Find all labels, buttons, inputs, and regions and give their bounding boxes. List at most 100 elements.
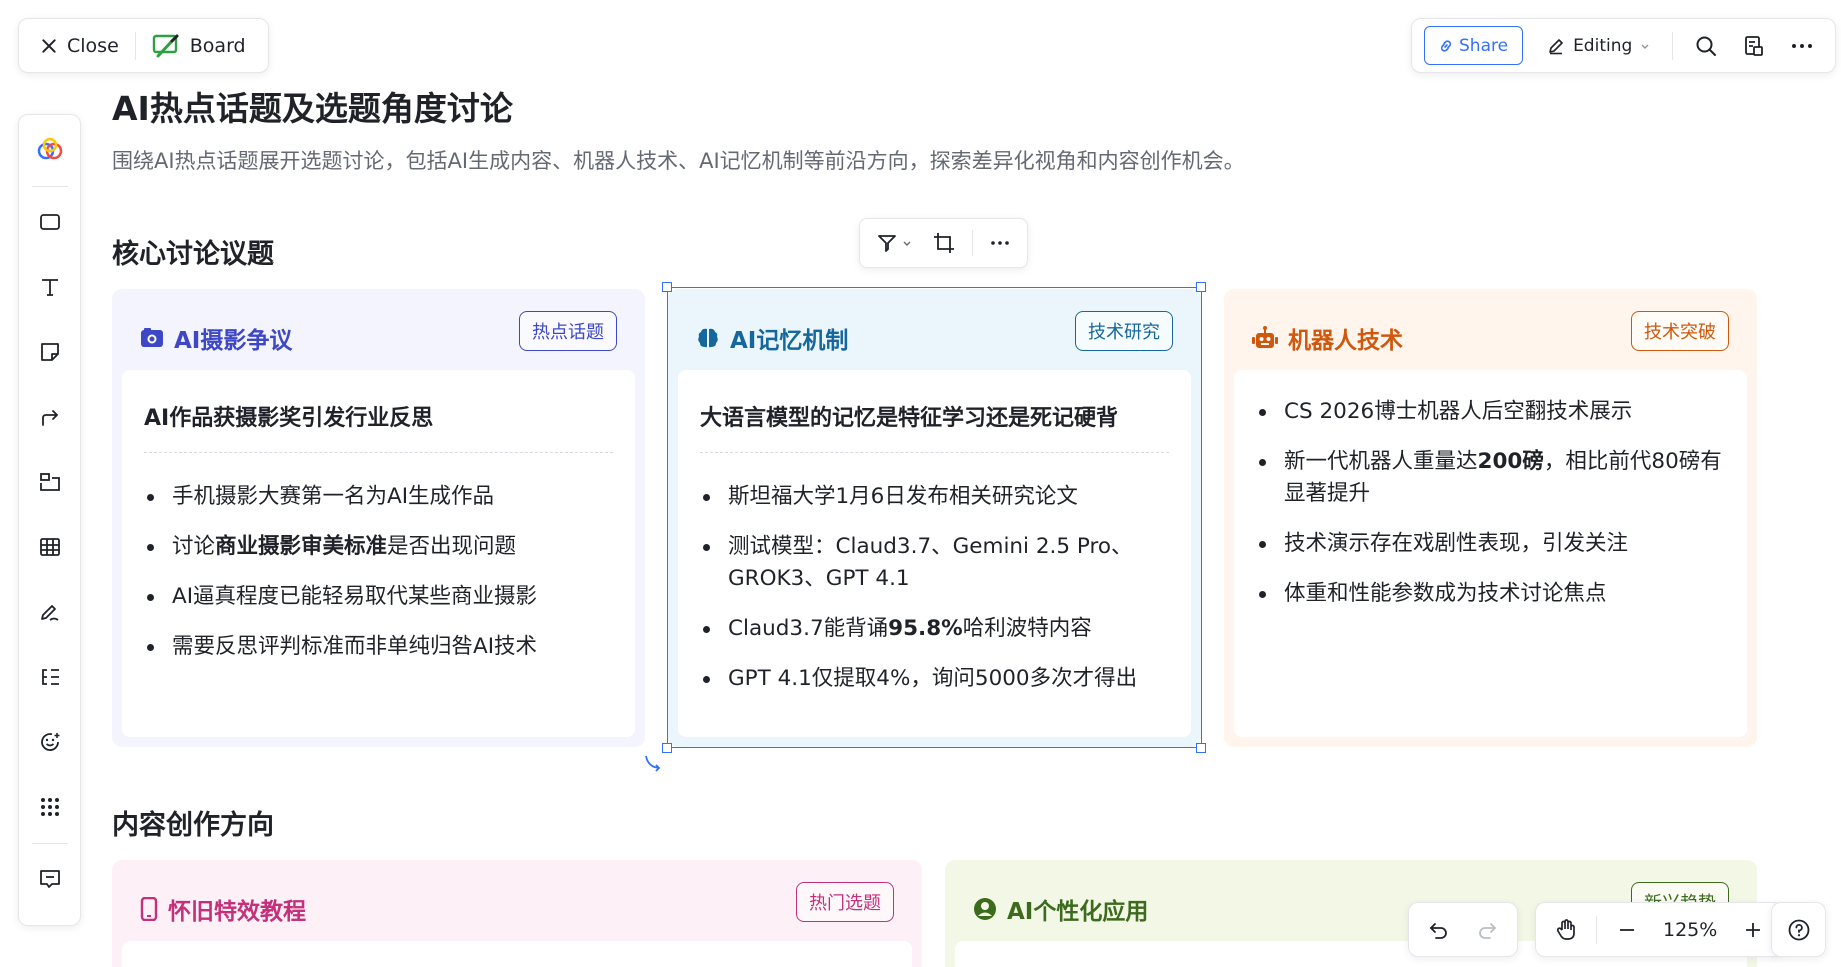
section-title-content: 内容创作方向 (112, 810, 274, 841)
document-outline-icon (1745, 35, 1764, 56)
text-icon (41, 279, 58, 296)
undo-button[interactable] (1415, 907, 1463, 953)
robot-icon (1252, 326, 1278, 348)
format-painter-icon (878, 235, 896, 252)
divider (1596, 915, 1597, 944)
chevron-down-icon (903, 241, 911, 246)
pen-tool[interactable] (27, 589, 73, 635)
zoom-out-button[interactable] (1603, 907, 1651, 953)
card-robotics[interactable]: 机器人技术 技术突破 CS 2026博士机器人后空翻技术展示 新一代机器人重量达… (1224, 289, 1757, 747)
card-body: AI作品获摄影奖引发行业反思 手机摄影大赛第一名为AI生成作品 讨论商业摄影审美… (122, 370, 635, 737)
frame-tool[interactable] (27, 459, 73, 505)
list-item: CS 2026博士机器人后空翻技术展示 (1256, 396, 1733, 428)
share-label: Share (1459, 35, 1509, 56)
bullet-list: CS 2026博士机器人后空翻技术展示 新一代机器人重量达200磅，相比前代80… (1256, 396, 1733, 628)
user-circle-icon (974, 898, 996, 920)
list-item: 需要反思评判标准而非单纯归咎AI技术 (144, 631, 621, 663)
help-button[interactable] (1771, 902, 1826, 957)
resize-handle-bottom-right[interactable] (1196, 743, 1206, 753)
mindmap-tool[interactable] (27, 654, 73, 700)
table-tool[interactable] (27, 524, 73, 570)
tag-hot-topic: 热点话题 (519, 311, 617, 351)
crop-icon (934, 233, 954, 253)
more-icon (1792, 43, 1813, 48)
shape-tool[interactable] (27, 199, 73, 245)
card-title-row: AI记忆机制 (696, 321, 848, 355)
more-button[interactable] (1781, 25, 1823, 67)
plus-icon (1746, 922, 1761, 937)
list-item: 体重和性能参数成为技术讨论焦点 (1256, 578, 1733, 610)
sticker-tool[interactable] (27, 719, 73, 765)
phone-icon (140, 897, 158, 921)
link-icon (1440, 39, 1452, 52)
list-item: 手机摄影大赛第一名为AI生成作品 (144, 481, 621, 513)
text-tool[interactable] (27, 264, 73, 310)
zoom-level[interactable]: 125% (1651, 919, 1729, 941)
hand-tool-button[interactable] (1542, 907, 1590, 953)
card-body: 大语言模型的记忆是特征学习还是死记硬背 斯坦福大学1月6日发布相关研究论文 测试… (678, 370, 1191, 737)
more-options-button[interactable] (981, 223, 1019, 263)
crop-button[interactable] (924, 223, 964, 263)
list-item: Claud3.7能背诵95.8%哈利波特内容 (700, 613, 1177, 645)
outline-button[interactable] (1733, 25, 1775, 67)
more-tools-button[interactable] (27, 784, 73, 830)
grid-dots-icon (40, 798, 59, 816)
card-title-row: 怀旧特效教程 (140, 892, 306, 926)
close-label: Close (67, 34, 119, 57)
resize-handle-top-left[interactable] (662, 282, 672, 292)
card-title: AI摄影争议 (174, 328, 293, 354)
undo-icon (1429, 922, 1447, 939)
comment-icon (39, 870, 60, 888)
search-icon (1696, 36, 1717, 56)
ai-assistant-button[interactable] (27, 127, 73, 173)
pen-draw-icon (40, 605, 59, 621)
list-item: 测试模型：Claud3.7、Gemini 2.5 Pro、GROK3、GPT 4… (700, 531, 1177, 595)
dashed-divider (700, 452, 1169, 453)
card-body (122, 941, 912, 967)
card-title: 怀旧特效教程 (168, 899, 306, 925)
connector-tool[interactable] (27, 394, 73, 440)
card-title-row: AI个性化应用 (973, 892, 1148, 926)
pen-icon (1549, 38, 1563, 54)
card-ai-photography[interactable]: AI摄影争议 热点话题 AI作品获摄影奖引发行业反思 手机摄影大赛第一名为AI生… (112, 289, 645, 747)
resize-handle-bottom-left[interactable] (662, 743, 672, 753)
divider (1672, 31, 1674, 60)
editing-label: Editing (1573, 35, 1633, 56)
card-subtitle: 大语言模型的记忆是特征学习还是死记硬背 (700, 406, 1119, 431)
resize-handle-top-right[interactable] (1196, 282, 1206, 292)
card-title: 机器人技术 (1288, 328, 1403, 354)
format-painter-button[interactable] (868, 223, 920, 263)
list-item: 技术演示存在戏剧性表现，引发关注 (1256, 528, 1733, 560)
ai-assistant-icon (37, 137, 62, 160)
card-ai-memory[interactable]: AI记忆机制 技术研究 大语言模型的记忆是特征学习还是死记硬背 斯坦福大学1月6… (668, 289, 1201, 747)
history-controls (1408, 902, 1518, 957)
rotate-handle-icon[interactable] (643, 753, 663, 773)
card-title-row: AI摄影争议 (140, 321, 292, 355)
tag-tech-breakthrough: 技术突破 (1631, 311, 1729, 351)
sticky-note-icon (40, 343, 59, 361)
sticky-note-tool[interactable] (27, 329, 73, 375)
list-item: GPT 4.1仅提取4%，询问5000多次才得出 (700, 663, 1177, 695)
editing-mode-dropdown[interactable]: Editing (1537, 36, 1660, 56)
divider (31, 186, 68, 187)
top-right-bar: Share Editing (1411, 18, 1837, 73)
frame-icon (39, 473, 60, 491)
divider (134, 31, 136, 60)
zoom-controls: 125% (1535, 902, 1785, 957)
list-item: 斯坦福大学1月6日发布相关研究论文 (700, 481, 1177, 513)
card-nostalgia-tutorial[interactable]: 怀旧特效教程 热门选题 (112, 860, 922, 967)
page-title: AI热点话题及选题角度讨论 (112, 89, 513, 128)
list-item: 讨论商业摄影审美标准是否出现问题 (144, 531, 621, 563)
help-icon (1788, 919, 1809, 940)
rectangle-icon (39, 214, 60, 230)
comment-button[interactable] (27, 856, 73, 902)
card-title: AI个性化应用 (1007, 899, 1149, 925)
search-button[interactable] (1685, 25, 1727, 67)
connector-arrow-icon (41, 410, 58, 426)
share-button[interactable]: Share (1424, 26, 1524, 65)
close-button[interactable]: Close (35, 19, 125, 72)
card-title-row: 机器人技术 (1252, 321, 1403, 355)
redo-button[interactable] (1463, 907, 1511, 953)
board-button[interactable]: Board (146, 19, 252, 72)
table-icon (39, 538, 60, 556)
